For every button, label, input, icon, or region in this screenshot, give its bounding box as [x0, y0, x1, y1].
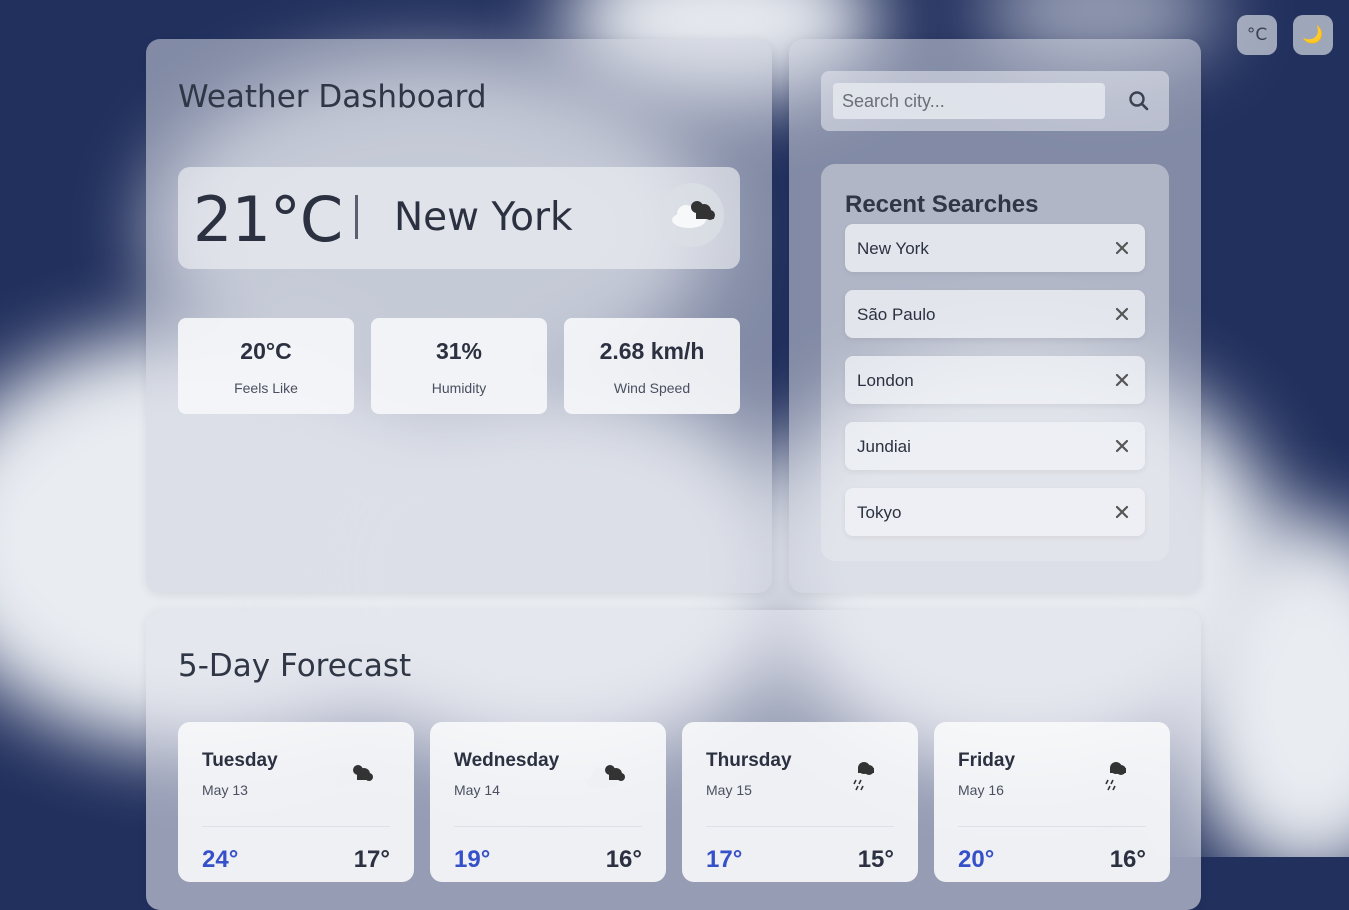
recent-item-tokyo[interactable]: Tokyo: [845, 488, 1145, 536]
feels-like-value: 20°C: [240, 338, 292, 364]
recent-item-new-york[interactable]: New York: [845, 224, 1145, 272]
humidity-value: 31%: [435, 338, 483, 364]
close-icon[interactable]: [1113, 239, 1131, 257]
page-title: Weather Dashboard: [178, 79, 487, 115]
wind-speed-label: Wind Speed: [613, 380, 691, 396]
forecast-day-card: Thursday May 15 17° 15°: [682, 722, 918, 882]
forecast-high: 20°: [958, 846, 995, 873]
search-icon: [1129, 91, 1149, 111]
divider: [202, 826, 390, 827]
forecast-low: 16°: [1109, 846, 1146, 873]
recent-item-sao-paulo[interactable]: São Paulo: [845, 290, 1145, 338]
forecast-day-date: May 15: [706, 782, 752, 798]
rain-icon: [1105, 762, 1126, 791]
wind-speed-card: 2.68 km/h Wind Speed: [564, 318, 740, 414]
current-weather-card: 21°C New York: [178, 167, 740, 269]
wind-speed-value: 2.68 km/h: [599, 338, 705, 364]
theme-toggle-button[interactable]: 🌙: [1293, 15, 1333, 55]
forecast-high: 24°: [202, 846, 239, 873]
forecast-day-date: May 16: [958, 782, 1004, 798]
search-input[interactable]: [833, 83, 1105, 119]
forecast-day-name: Friday: [958, 750, 1016, 771]
forecast-low: 17°: [353, 846, 390, 873]
search-panel: Recent Searches New York São Paulo Londo…: [789, 39, 1201, 593]
cloudy-icon: [587, 765, 625, 789]
forecast-day-name: Thursday: [706, 750, 792, 771]
forecast-day-date: May 14: [454, 782, 500, 798]
search-button[interactable]: [1125, 87, 1153, 115]
recent-item-jundiai[interactable]: Jundiai: [845, 422, 1145, 470]
forecast-high: 17°: [706, 846, 743, 873]
cloudy-icon: [660, 183, 724, 247]
forecast-high: 19°: [454, 846, 491, 873]
rain-icon: [853, 762, 874, 791]
recent-item-label: New York: [857, 239, 929, 258]
search-bar: [821, 71, 1169, 131]
close-icon[interactable]: [1113, 371, 1131, 389]
recent-item-label: São Paulo: [857, 305, 936, 324]
cloudy-icon: [335, 765, 373, 789]
recent-searches-title: Recent Searches: [845, 191, 1039, 218]
feels-like-card: 20°C Feels Like: [178, 318, 354, 414]
humidity-card: 31% Humidity: [371, 318, 547, 414]
forecast-day-card: Friday May 16 20° 16°: [934, 722, 1170, 882]
divider: [355, 195, 358, 239]
unit-toggle-button[interactable]: °C: [1237, 15, 1277, 55]
divider: [706, 826, 894, 827]
current-city: New York: [394, 195, 573, 240]
recent-item-london[interactable]: London: [845, 356, 1145, 404]
forecast-title: 5-Day Forecast: [178, 648, 412, 684]
forecast-day-date: May 13: [202, 782, 248, 798]
current-temperature: 21°C: [193, 183, 343, 256]
feels-like-label: Feels Like: [234, 380, 298, 396]
forecast-low: 16°: [605, 846, 642, 873]
recent-item-label: Jundiai: [857, 437, 911, 456]
recent-searches: Recent Searches New York São Paulo Londo…: [821, 164, 1169, 561]
divider: [454, 826, 642, 827]
recent-item-label: London: [857, 371, 914, 390]
close-icon[interactable]: [1113, 437, 1131, 455]
humidity-label: Humidity: [431, 380, 487, 396]
forecast-day-card: Tuesday May 13 24° 17°: [178, 722, 414, 882]
forecast-day-card: Wednesday May 14 19° 16°: [430, 722, 666, 882]
dashboard-panel: Weather Dashboard 21°C New York 20°C Fee…: [146, 39, 772, 593]
forecast-low: 15°: [857, 846, 894, 873]
forecast-day-name: Tuesday: [202, 750, 278, 771]
forecast-day-name: Wednesday: [454, 750, 560, 771]
divider: [958, 826, 1146, 827]
close-icon[interactable]: [1113, 503, 1131, 521]
forecast-panel: 5-Day Forecast Tuesday May 13 24° 17° We…: [146, 610, 1201, 910]
recent-item-label: Tokyo: [857, 503, 902, 522]
close-icon[interactable]: [1113, 305, 1131, 323]
